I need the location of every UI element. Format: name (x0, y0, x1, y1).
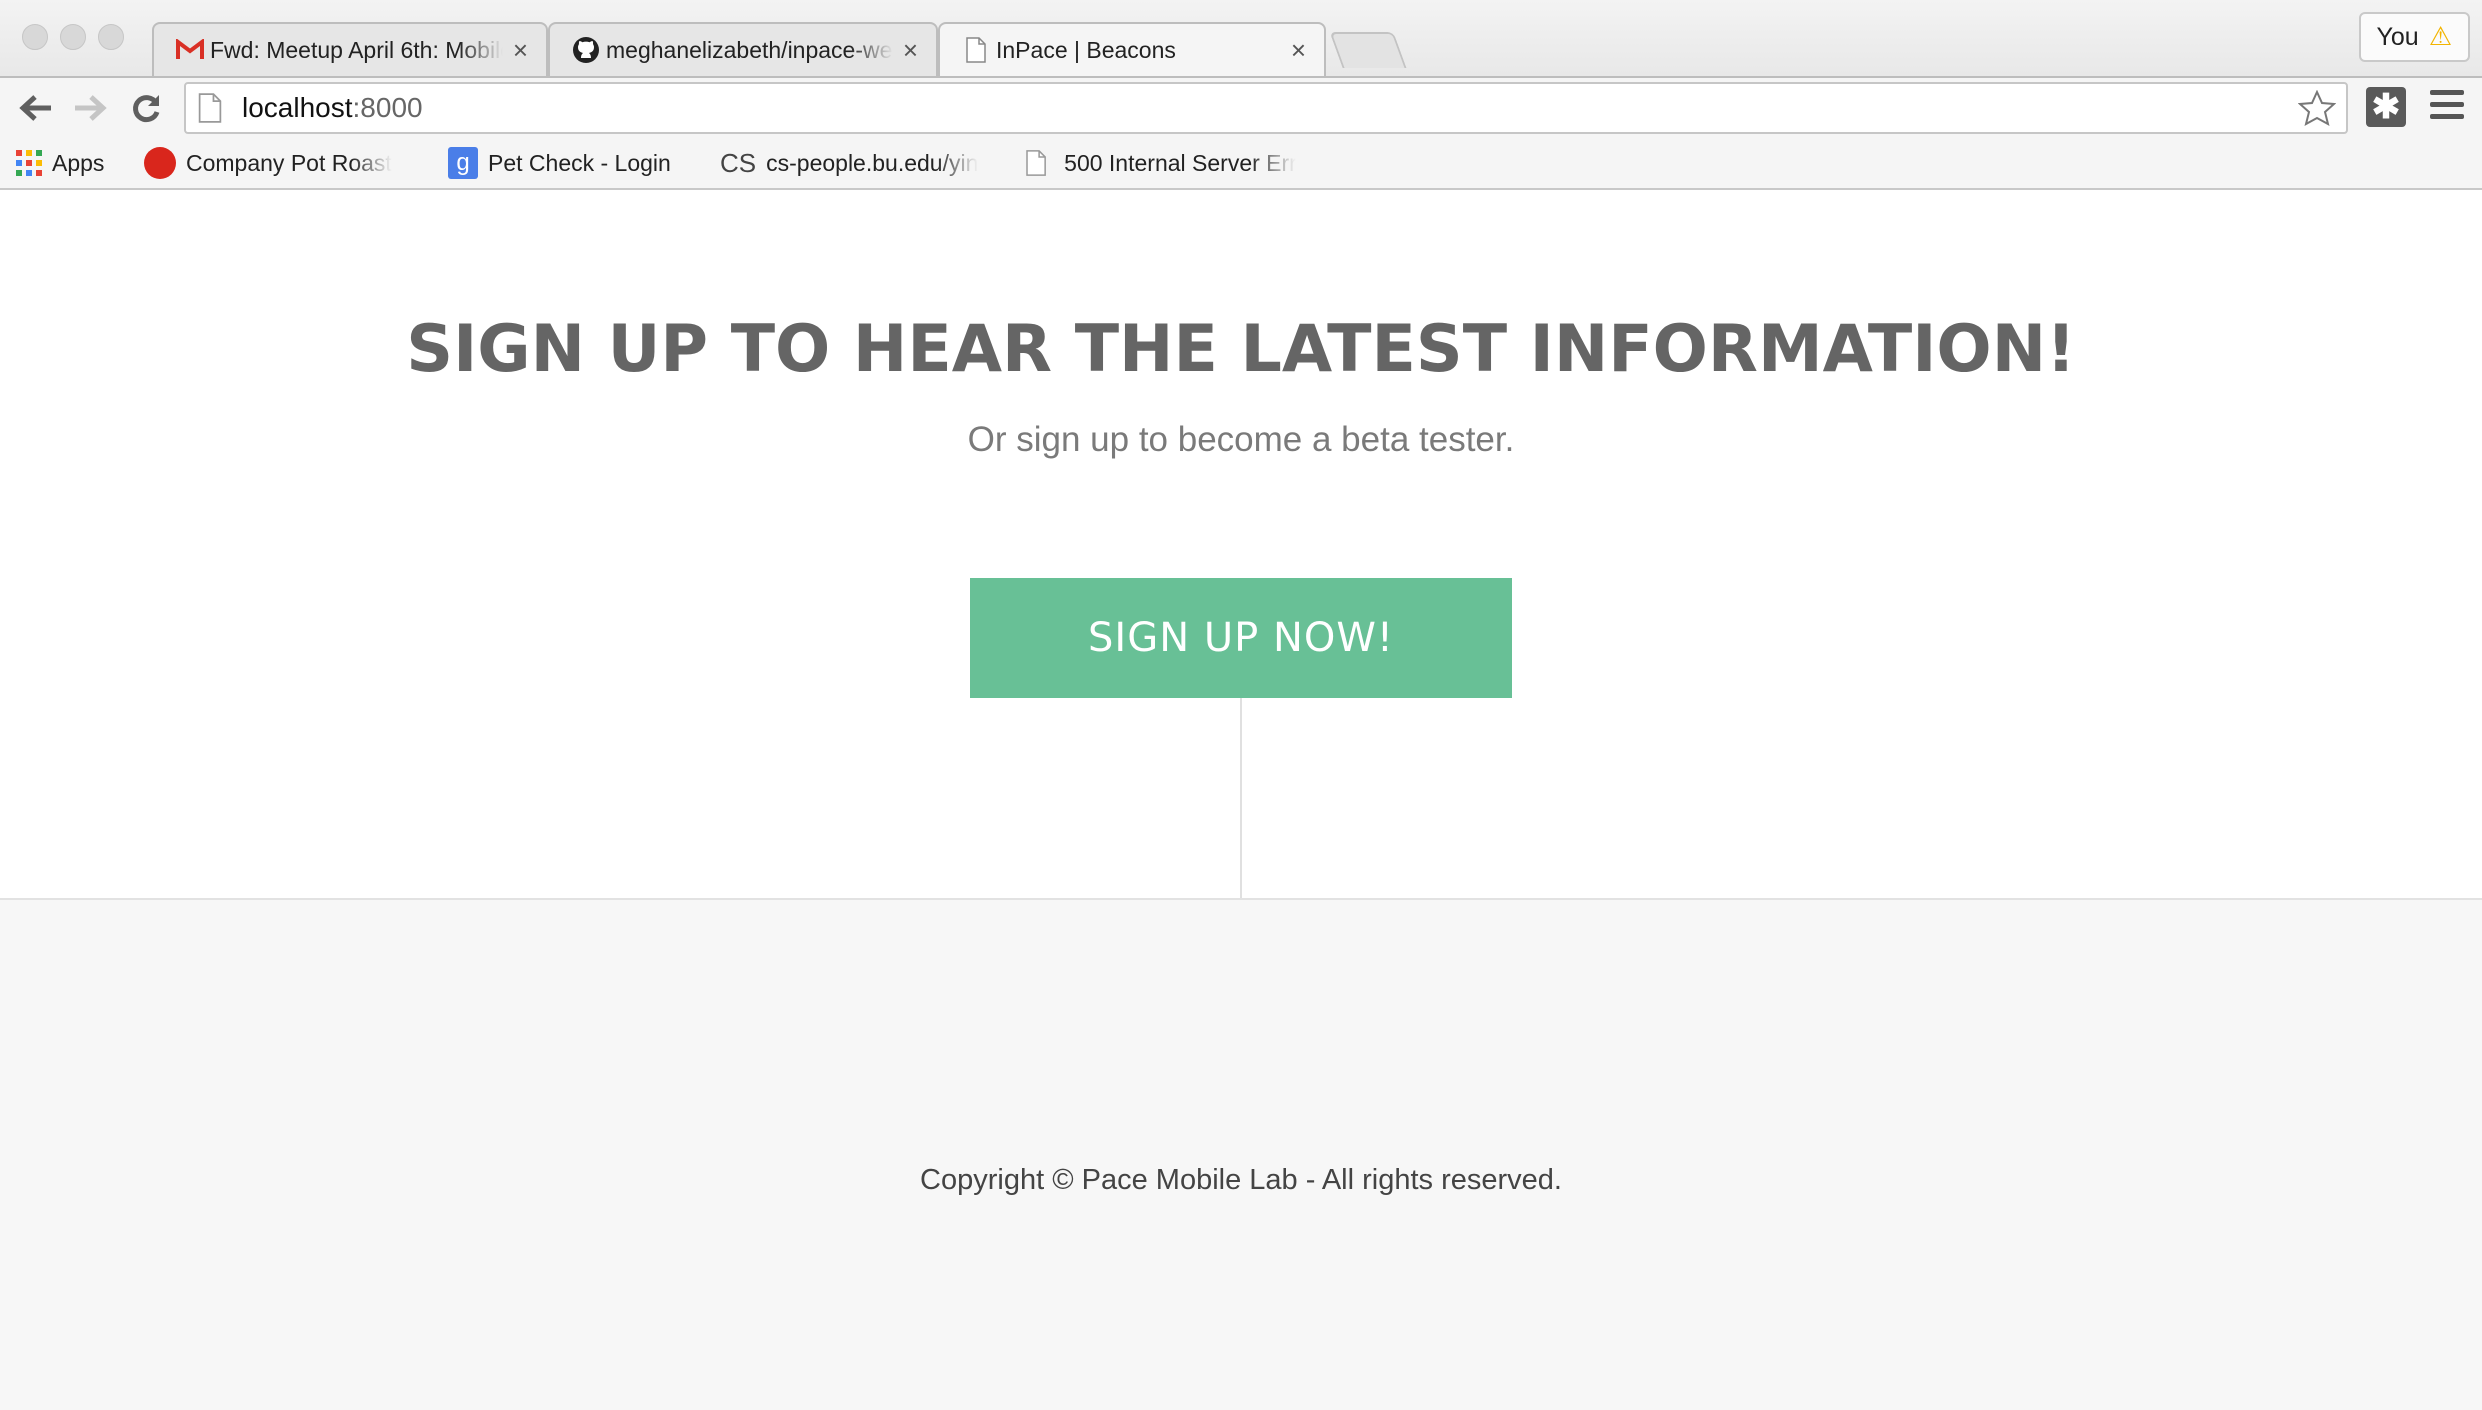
google-icon: g (448, 147, 478, 179)
window-zoom-button[interactable] (98, 24, 124, 50)
extension-icon[interactable]: ✱ (2366, 87, 2406, 127)
page-icon (962, 36, 990, 64)
github-icon (572, 36, 600, 64)
bookmark-pet-check[interactable]: g Pet Check - Login (448, 144, 671, 182)
bookmark-label: cs-people.bu.edu/yin (766, 149, 979, 176)
divider-line (1240, 698, 1242, 898)
tab-title: Fwd: Meetup April 6th: Mobile (210, 36, 503, 63)
new-tab-button[interactable] (1329, 32, 1407, 68)
bookmark-label: Company Pot Roast (186, 149, 392, 176)
tab-title: meghanelizabeth/inpace-web (606, 36, 893, 63)
food-network-icon (144, 147, 176, 179)
copyright-text: Copyright © Pace Mobile Lab - All rights… (920, 1164, 1562, 1196)
bookmark-company-pot-roast[interactable]: Company Pot Roast (144, 144, 414, 182)
bookmarks-bar: Apps Company Pot Roast g Pet Check - Log… (0, 138, 2482, 190)
arrow-right-icon (75, 95, 107, 121)
window-minimize-button[interactable] (60, 24, 86, 50)
chrome-menu-icon[interactable] (2430, 90, 2464, 126)
browser-tab-strip: Fwd: Meetup April 6th: Mobile × meghanel… (0, 0, 2482, 76)
profile-label: You (2376, 22, 2419, 51)
profile-button[interactable]: You ⚠ (2358, 12, 2470, 62)
window-close-button[interactable] (22, 24, 48, 50)
bookmark-cs-people[interactable]: CS cs-people.bu.edu/yin (720, 144, 994, 182)
apps-grid-icon (16, 150, 42, 176)
bookmark-label: Apps (52, 149, 105, 176)
page-icon (198, 93, 222, 123)
url-host: localhost (242, 92, 353, 123)
page-footer: Copyright © Pace Mobile Lab - All rights… (0, 898, 2482, 1410)
bookmark-label: Pet Check - Login (488, 149, 671, 176)
tab-close-icon[interactable]: × (1291, 35, 1306, 66)
tab-close-icon[interactable]: × (903, 35, 918, 66)
bookmark-apps[interactable]: Apps (16, 144, 104, 182)
cs-icon: CS (720, 147, 757, 178)
back-button[interactable] (16, 88, 56, 128)
reload-button[interactable] (126, 88, 166, 128)
bookmark-label: 500 Internal Server Error (1064, 149, 1296, 176)
browser-toolbar: localhost:8000 ✱ (0, 76, 2482, 138)
reload-icon (133, 95, 160, 123)
bookmark-500-error[interactable]: 500 Internal Server Error (1026, 144, 1296, 182)
bookmark-star-icon[interactable] (2298, 90, 2336, 128)
gmail-icon (176, 36, 204, 64)
url-port: :8000 (352, 92, 423, 123)
page-subheadline: Or sign up to become a beta tester. (967, 420, 1515, 459)
sign-up-button[interactable]: SIGN UP NOW! (970, 578, 1512, 698)
tab-gmail[interactable]: Fwd: Meetup April 6th: Mobile × (152, 22, 548, 76)
tab-inpace-beacons[interactable]: InPace | Beacons × (938, 22, 1326, 76)
warning-icon: ⚠ (2428, 22, 2452, 52)
forward-button[interactable] (70, 88, 110, 128)
address-bar[interactable]: localhost:8000 (184, 82, 2348, 134)
page-headline: SIGN UP TO HEAR THE LATEST INFORMATION! (406, 312, 2076, 387)
tab-close-icon[interactable]: × (513, 35, 528, 66)
page-icon (1026, 150, 1046, 176)
tab-github[interactable]: meghanelizabeth/inpace-web × (548, 22, 938, 76)
arrow-left-icon (19, 95, 51, 121)
tab-title: InPace | Beacons (996, 36, 1176, 63)
